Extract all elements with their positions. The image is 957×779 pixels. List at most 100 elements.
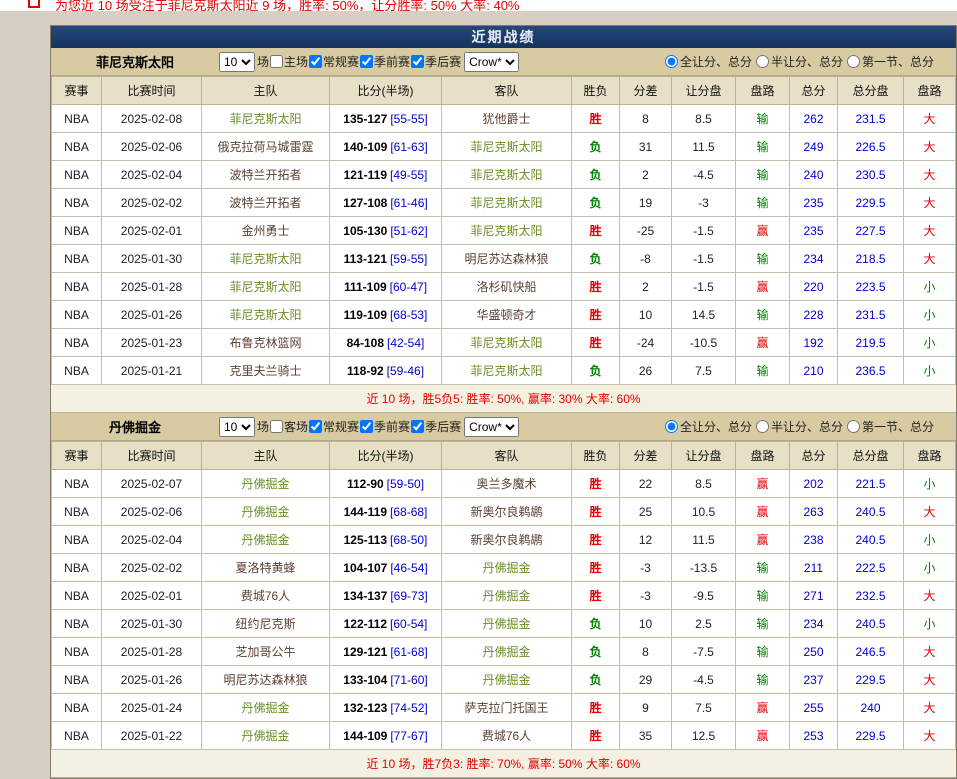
away-team-link[interactable]: 丹佛掘金 [482,645,530,659]
half-handicap-radio-option[interactable]: 半让分、总分 [756,418,843,435]
first-quarter-radio-option[interactable]: 第一节、总分 [847,418,934,435]
away-team-link[interactable]: 丹佛掘金 [482,617,530,631]
home-team-link[interactable]: 波特兰开拓者 [229,168,301,182]
full-handicap-radio-option[interactable]: 全让分、总分 [665,418,752,435]
date-cell: 2025-01-30 [102,610,202,638]
away-team-link[interactable]: 萨克拉门托国王 [464,701,548,715]
games-count-select[interactable]: 10 [219,52,255,72]
playoffs-checkbox[interactable] [411,420,424,433]
half-handicap-radio[interactable] [756,420,769,433]
league-cell: NBA [52,694,102,722]
away-team-link[interactable]: 菲尼克斯太阳 [470,336,542,350]
away-team-link[interactable]: 菲尼克斯太阳 [470,196,542,210]
column-header-4: 客队 [442,77,572,105]
away-team-link[interactable]: 丹佛掘金 [482,673,530,687]
home-team-link[interactable]: 丹佛掘金 [241,701,289,715]
full-handicap-radio[interactable] [665,420,678,433]
away-team-link[interactable]: 奥兰多魔术 [476,477,536,491]
away-team-link[interactable]: 丹佛掘金 [482,589,530,603]
home-team-link[interactable]: 明尼苏达森林狼 [223,673,307,687]
home-team-link[interactable]: 菲尼克斯太阳 [229,112,301,126]
away-team-link[interactable]: 明尼苏达森林狼 [464,252,548,266]
preseason-filter[interactable]: 季前赛 [359,418,410,435]
away-team-link[interactable]: 丹佛掘金 [482,561,530,575]
home-team-link[interactable]: 克里夫兰骑士 [229,364,301,378]
point-diff-cell-text: 9 [642,701,649,715]
away-team-link[interactable]: 菲尼克斯太阳 [470,168,542,182]
odds-provider-select[interactable]: Crow* [464,417,519,437]
home-team-link[interactable]: 丹佛掘金 [241,533,289,547]
away-team-link[interactable]: 菲尼克斯太阳 [470,224,542,238]
first-quarter-radio[interactable] [847,55,860,68]
total-line-text: 240.5 [855,505,885,519]
full-handicap-radio-option[interactable]: 全让分、总分 [665,53,752,70]
handicap-result-cell: 输 [736,638,790,666]
venue-filter[interactable]: 主场 [269,53,308,70]
home-team-link[interactable]: 波特兰开拓者 [229,196,301,210]
away-team-cell: 菲尼克斯太阳 [442,357,572,385]
away-team-link[interactable]: 犹他爵士 [482,112,530,126]
away-team-link[interactable]: 新奥尔良鹈鹕 [470,533,542,547]
regular-season-checkbox[interactable] [309,55,322,68]
home-team-link[interactable]: 俄克拉荷马城雷霆 [217,140,313,154]
regular-season-checkbox[interactable] [309,420,322,433]
over-under-cell: 小 [904,273,956,301]
home-team-link[interactable]: 丹佛掘金 [241,477,289,491]
home-team-link[interactable]: 布鲁克林篮网 [229,336,301,350]
home-team-link[interactable]: 菲尼克斯太阳 [229,280,301,294]
away-team-link[interactable]: 菲尼克斯太阳 [470,140,542,154]
handicap-line-cell-text: 2.5 [695,617,712,631]
playoffs-filter[interactable]: 季后赛 [410,53,461,70]
venue-checkbox[interactable] [270,55,283,68]
total-points-cell: 255 [790,694,838,722]
home-team-link[interactable]: 费城76人 [241,589,290,603]
date-cell-text: 2025-01-26 [121,308,182,322]
regular-season-filter[interactable]: 常规赛 [308,418,359,435]
handicap-line-cell: 10.5 [672,498,736,526]
preseason-checkbox[interactable] [360,420,373,433]
playoffs-label: 季后赛 [425,418,461,435]
first-quarter-radio-option[interactable]: 第一节、总分 [847,53,934,70]
away-team-link[interactable]: 洛杉矶快船 [476,280,536,294]
date-cell: 2025-01-26 [102,666,202,694]
playoffs-checkbox[interactable] [411,55,424,68]
regular-season-filter[interactable]: 常规赛 [308,53,359,70]
home-team-link[interactable]: 菲尼克斯太阳 [229,308,301,322]
away-team-link[interactable]: 华盛顿奇才 [476,308,536,322]
away-team-link[interactable]: 菲尼克斯太阳 [470,364,542,378]
home-team-link[interactable]: 丹佛掘金 [241,729,289,743]
home-team-link[interactable]: 金州勇士 [241,224,289,238]
preseason-filter[interactable]: 季前赛 [359,53,410,70]
home-team-link[interactable]: 丹佛掘金 [241,505,289,519]
venue-checkbox[interactable] [270,420,283,433]
odds-provider-select[interactable]: Crow* [464,52,519,72]
date-cell-text: 2025-02-02 [121,561,182,575]
away-team-link[interactable]: 费城76人 [482,729,531,743]
playoffs-filter[interactable]: 季后赛 [410,418,461,435]
league-cell: NBA [52,161,102,189]
half-handicap-radio-option[interactable]: 半让分、总分 [756,53,843,70]
preseason-checkbox[interactable] [360,55,373,68]
handicap-line-cell-text: 10.5 [692,505,715,519]
total-points-text: 234 [803,617,823,631]
handicap-line-cell: -10.5 [672,329,736,357]
home-team-link[interactable]: 夏洛特黄蜂 [235,561,295,575]
venue-filter[interactable]: 客场 [269,418,308,435]
win-loss-text: 胜 [589,336,601,350]
home-team-link[interactable]: 菲尼克斯太阳 [229,252,301,266]
games-count-select[interactable]: 10 [219,417,255,437]
total-line-cell: 240.5 [838,498,904,526]
handicap-line-cell-text: -1.5 [693,252,714,266]
home-team-link[interactable]: 纽约尼克斯 [235,617,295,631]
home-team-link[interactable]: 芝加哥公牛 [235,645,295,659]
halftime-score: [55-55] [390,112,427,126]
half-handicap-radio[interactable] [756,55,769,68]
full-handicap-radio[interactable] [665,55,678,68]
away-team-cell: 丹佛掘金 [442,554,572,582]
team-section-suns: 菲尼克斯太阳 10 场 主场 常规赛 季前赛 季后赛 Crow* 全让分、总分 … [51,48,956,413]
away-team-link[interactable]: 新奥尔良鹈鹕 [470,505,542,519]
total-points-text: 249 [803,140,823,154]
handicap-line-cell-text: -9.5 [693,589,714,603]
first-quarter-radio[interactable] [847,420,860,433]
column-header-2: 主队 [202,77,330,105]
